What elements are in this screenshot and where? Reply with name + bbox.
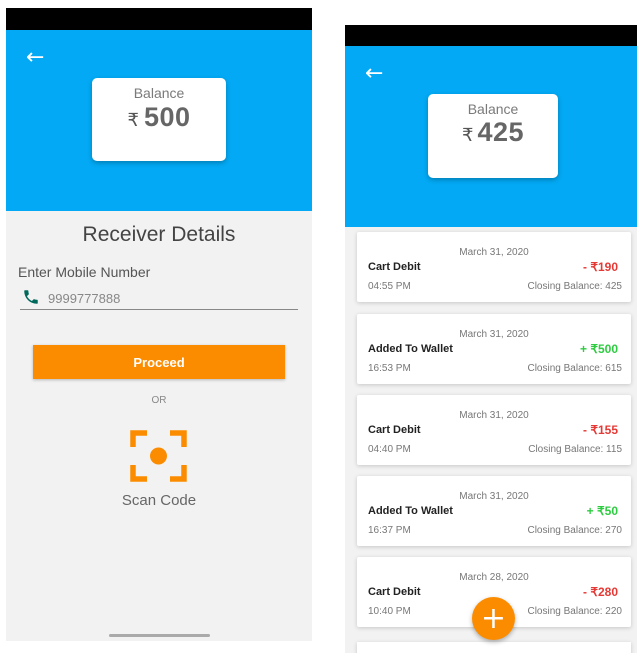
input-underline [20,309,298,310]
transaction-date: March 31, 2020 [459,329,529,340]
transaction-card[interactable]: March 31, 2020 Cart Debit - ₹155 04:40 P… [357,395,631,465]
balance-amount-row: ₹ 425 [428,117,558,148]
transaction-title: Cart Debit [368,586,421,598]
transaction-date: March 31, 2020 [459,491,529,502]
scan-code-label[interactable]: Scan Code [6,492,312,509]
balance-label: Balance [133,85,185,101]
transaction-title: Cart Debit [368,424,421,436]
proceed-button[interactable]: Proceed [33,345,285,379]
transaction-amount: + ₹50 [586,504,618,518]
transaction-title: Added To Wallet [368,505,453,517]
send-money-screen: ← Balance ₹ 500 Receiver Details Enter M… [6,8,312,641]
transaction-card-partial [357,642,631,653]
transaction-card[interactable]: March 31, 2020 Added To Wallet + ₹500 16… [357,314,631,384]
transaction-time: 16:53 PM [368,363,411,374]
status-bar [345,25,637,46]
wallet-header: ← Balance ₹ 425 [345,46,637,227]
balance-card: Balance ₹ 425 [428,94,558,178]
balance-card: Balance ₹ 500 [92,78,226,161]
mobile-number-label: Enter Mobile Number [18,264,151,280]
transaction-time: 04:55 PM [368,281,411,292]
home-indicator [109,634,210,637]
transaction-title: Added To Wallet [368,343,453,355]
add-icon[interactable]: + [472,597,515,640]
phone-icon [22,288,40,306]
transaction-amount: - ₹155 [583,423,618,437]
back-arrow-icon[interactable]: ← [365,63,383,85]
transaction-card[interactable]: March 31, 2020 Added To Wallet + ₹50 16:… [357,476,631,546]
rupee-symbol: ₹ [127,110,139,130]
closing-balance: Closing Balance: 220 [527,606,622,617]
balance-amount: 425 [477,117,524,147]
transaction-date: March 31, 2020 [459,247,529,258]
transaction-card[interactable]: March 31, 2020 Cart Debit - ₹190 04:55 P… [357,232,631,302]
closing-balance: Closing Balance: 615 [527,363,622,374]
balance-amount-row: ₹ 500 [92,102,226,133]
transaction-amount: - ₹280 [583,585,618,599]
or-divider-label: OR [151,395,167,406]
transaction-time: 10:40 PM [368,606,411,617]
transaction-time: 04:40 PM [368,444,411,455]
transaction-time: 16:37 PM [368,525,411,536]
back-arrow-icon[interactable]: ← [26,47,44,69]
rupee-symbol: ₹ [461,125,474,145]
transaction-title: Cart Debit [368,261,421,273]
transaction-history-screen: ← Balance ₹ 425 March 31, 2020 Cart Debi… [345,25,637,653]
balance-amount: 500 [143,102,191,132]
transaction-amount: + ₹500 [580,342,618,356]
status-bar [6,8,312,30]
closing-balance: Closing Balance: 270 [527,525,622,536]
transaction-date: March 31, 2020 [459,410,529,421]
balance-label: Balance [467,101,519,117]
closing-balance: Closing Balance: 425 [527,281,622,292]
wallet-header: ← Balance ₹ 500 [6,30,312,211]
mobile-number-input[interactable] [48,289,248,307]
receiver-details-title: Receiver Details [82,223,236,246]
transaction-date: March 28, 2020 [459,572,529,583]
closing-balance: Closing Balance: 115 [528,444,622,455]
transaction-amount: - ₹190 [583,260,618,274]
scan-code-icon[interactable] [130,430,187,482]
